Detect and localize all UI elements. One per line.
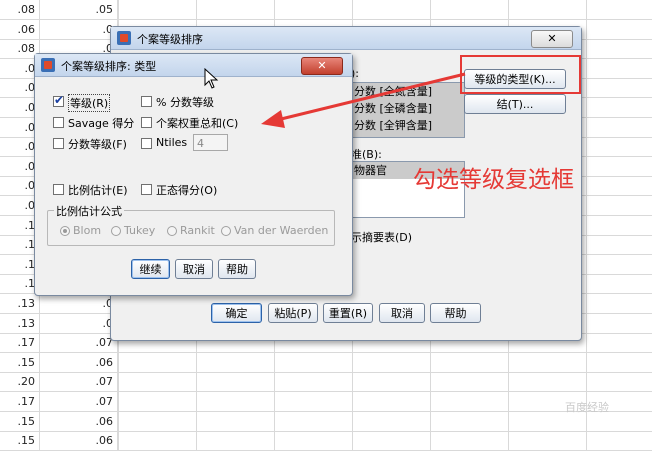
formula-group: 比例估计公式 Blom Tukey Rankit Van der Waerden <box>47 203 335 246</box>
sheet-cell[interactable]: .07 <box>40 333 118 353</box>
blom-radio <box>60 226 70 236</box>
ntiles-label[interactable]: Ntiles <box>156 136 187 149</box>
sheet-row[interactable]: .15.06 <box>0 411 652 432</box>
proportion-checkbox[interactable] <box>53 184 64 195</box>
summary-label[interactable]: 示摘要表(D) <box>351 229 412 245</box>
cancel-button[interactable]: 取消 <box>379 303 425 323</box>
reset-button[interactable]: 重置(R) <box>323 303 373 323</box>
tukey-label: Tukey <box>124 224 156 237</box>
sheet-cell[interactable]: .17 <box>0 392 40 411</box>
sheet-row[interactable]: .15.06 <box>0 352 652 373</box>
sheet-cell[interactable]: .07 <box>40 392 118 411</box>
normal-scores-label[interactable]: 正态得分(O) <box>156 182 217 198</box>
close-icon: ✕ <box>547 32 557 45</box>
subdialog-title: 个案等级排序: 类型 <box>61 60 157 73</box>
by-label: 准(B): <box>351 148 382 161</box>
watermark: 百度经验 <box>565 401 609 414</box>
dialog-title: 个案等级排序 <box>137 33 203 46</box>
sheet-cell[interactable]: .06 <box>40 431 118 451</box>
ties-button[interactable]: 结(T)... <box>464 94 566 114</box>
percent-rank-checkbox[interactable] <box>141 96 152 107</box>
rankit-radio <box>167 226 177 236</box>
sheet-column-line <box>586 0 587 451</box>
sheet-cell[interactable]: .08 <box>0 0 40 19</box>
spss-app-icon <box>41 58 55 72</box>
subdialog-help-button[interactable]: 帮助 <box>218 259 256 279</box>
sheet-cell[interactable]: .05 <box>40 0 118 19</box>
sheet-cell[interactable]: .15 <box>0 352 40 372</box>
sheet-row[interactable]: .17.07 <box>0 392 652 412</box>
sheet-row[interactable]: .20.07 <box>0 372 652 393</box>
spss-app-icon <box>117 31 131 45</box>
help-button[interactable]: 帮助 <box>430 303 481 323</box>
continue-button[interactable]: 继续 <box>131 259 170 279</box>
fractional-rank-label[interactable]: 分数等级(F) <box>68 136 127 152</box>
sheet-cell[interactable]: .15 <box>0 431 40 451</box>
tukey-radio <box>111 226 121 236</box>
sheet-cell[interactable]: .07 <box>40 372 118 392</box>
ok-button[interactable]: 确定 <box>211 303 262 323</box>
sheet-row[interactable]: .15.06 <box>0 431 652 451</box>
percent-rank-label[interactable]: % 分数等级 <box>156 94 214 110</box>
rank-cases-titlebar[interactable]: 个案等级排序 ✕ <box>111 27 581 50</box>
highlight-box <box>460 55 581 94</box>
sheet-cell[interactable]: .06 <box>40 352 118 372</box>
sheet-cell[interactable]: .17 <box>0 333 40 353</box>
sheet-cell[interactable]: .13 <box>0 313 40 333</box>
rankit-label: Rankit <box>180 224 215 237</box>
ntiles-input[interactable]: 4 <box>193 134 228 151</box>
van-der-waerden-label: Van der Waerden <box>234 224 329 237</box>
rank-label[interactable]: 等级(R) <box>68 94 111 112</box>
sheet-cell[interactable]: .0 <box>40 19 118 39</box>
normal-scores-checkbox[interactable] <box>141 184 152 195</box>
close-button[interactable]: ✕ <box>531 30 573 48</box>
fractional-rank-checkbox[interactable] <box>53 138 64 149</box>
blom-label: Blom <box>73 224 102 237</box>
paste-button[interactable]: 粘贴(P) <box>268 303 318 323</box>
sheet-cell[interactable]: .06 <box>40 411 118 431</box>
mouse-cursor-icon <box>204 68 219 89</box>
formula-group-title: 比例估计公式 <box>54 203 124 219</box>
sheet-cell[interactable]: .20 <box>0 372 40 392</box>
proportion-label[interactable]: 比例估计(E) <box>68 182 128 198</box>
sheet-row[interactable]: .08.05 <box>0 0 652 20</box>
sheet-cell[interactable]: .13 <box>0 294 40 313</box>
annotation-arrow-icon <box>261 72 466 128</box>
case-weight-sum-checkbox[interactable] <box>141 117 152 128</box>
sheet-cell[interactable]: .06 <box>0 19 40 39</box>
van-der-waerden-radio <box>221 226 231 236</box>
sheet-cell[interactable]: .0 <box>40 313 118 333</box>
savage-checkbox[interactable] <box>53 117 64 128</box>
sheet-cell[interactable]: .0 <box>40 294 118 313</box>
case-weight-sum-label[interactable]: 个案权重总和(C) <box>156 115 238 131</box>
savage-label[interactable]: Savage 得分 <box>68 115 134 131</box>
ntiles-checkbox[interactable] <box>141 138 152 149</box>
rank-checkbox[interactable]: ✔ <box>53 93 65 107</box>
subdialog-cancel-button[interactable]: 取消 <box>175 259 213 279</box>
sheet-cell[interactable]: .15 <box>0 411 40 431</box>
annotation-text: 勾选等级复选框 <box>413 167 574 193</box>
checkmark-icon: ✔ <box>54 93 65 107</box>
